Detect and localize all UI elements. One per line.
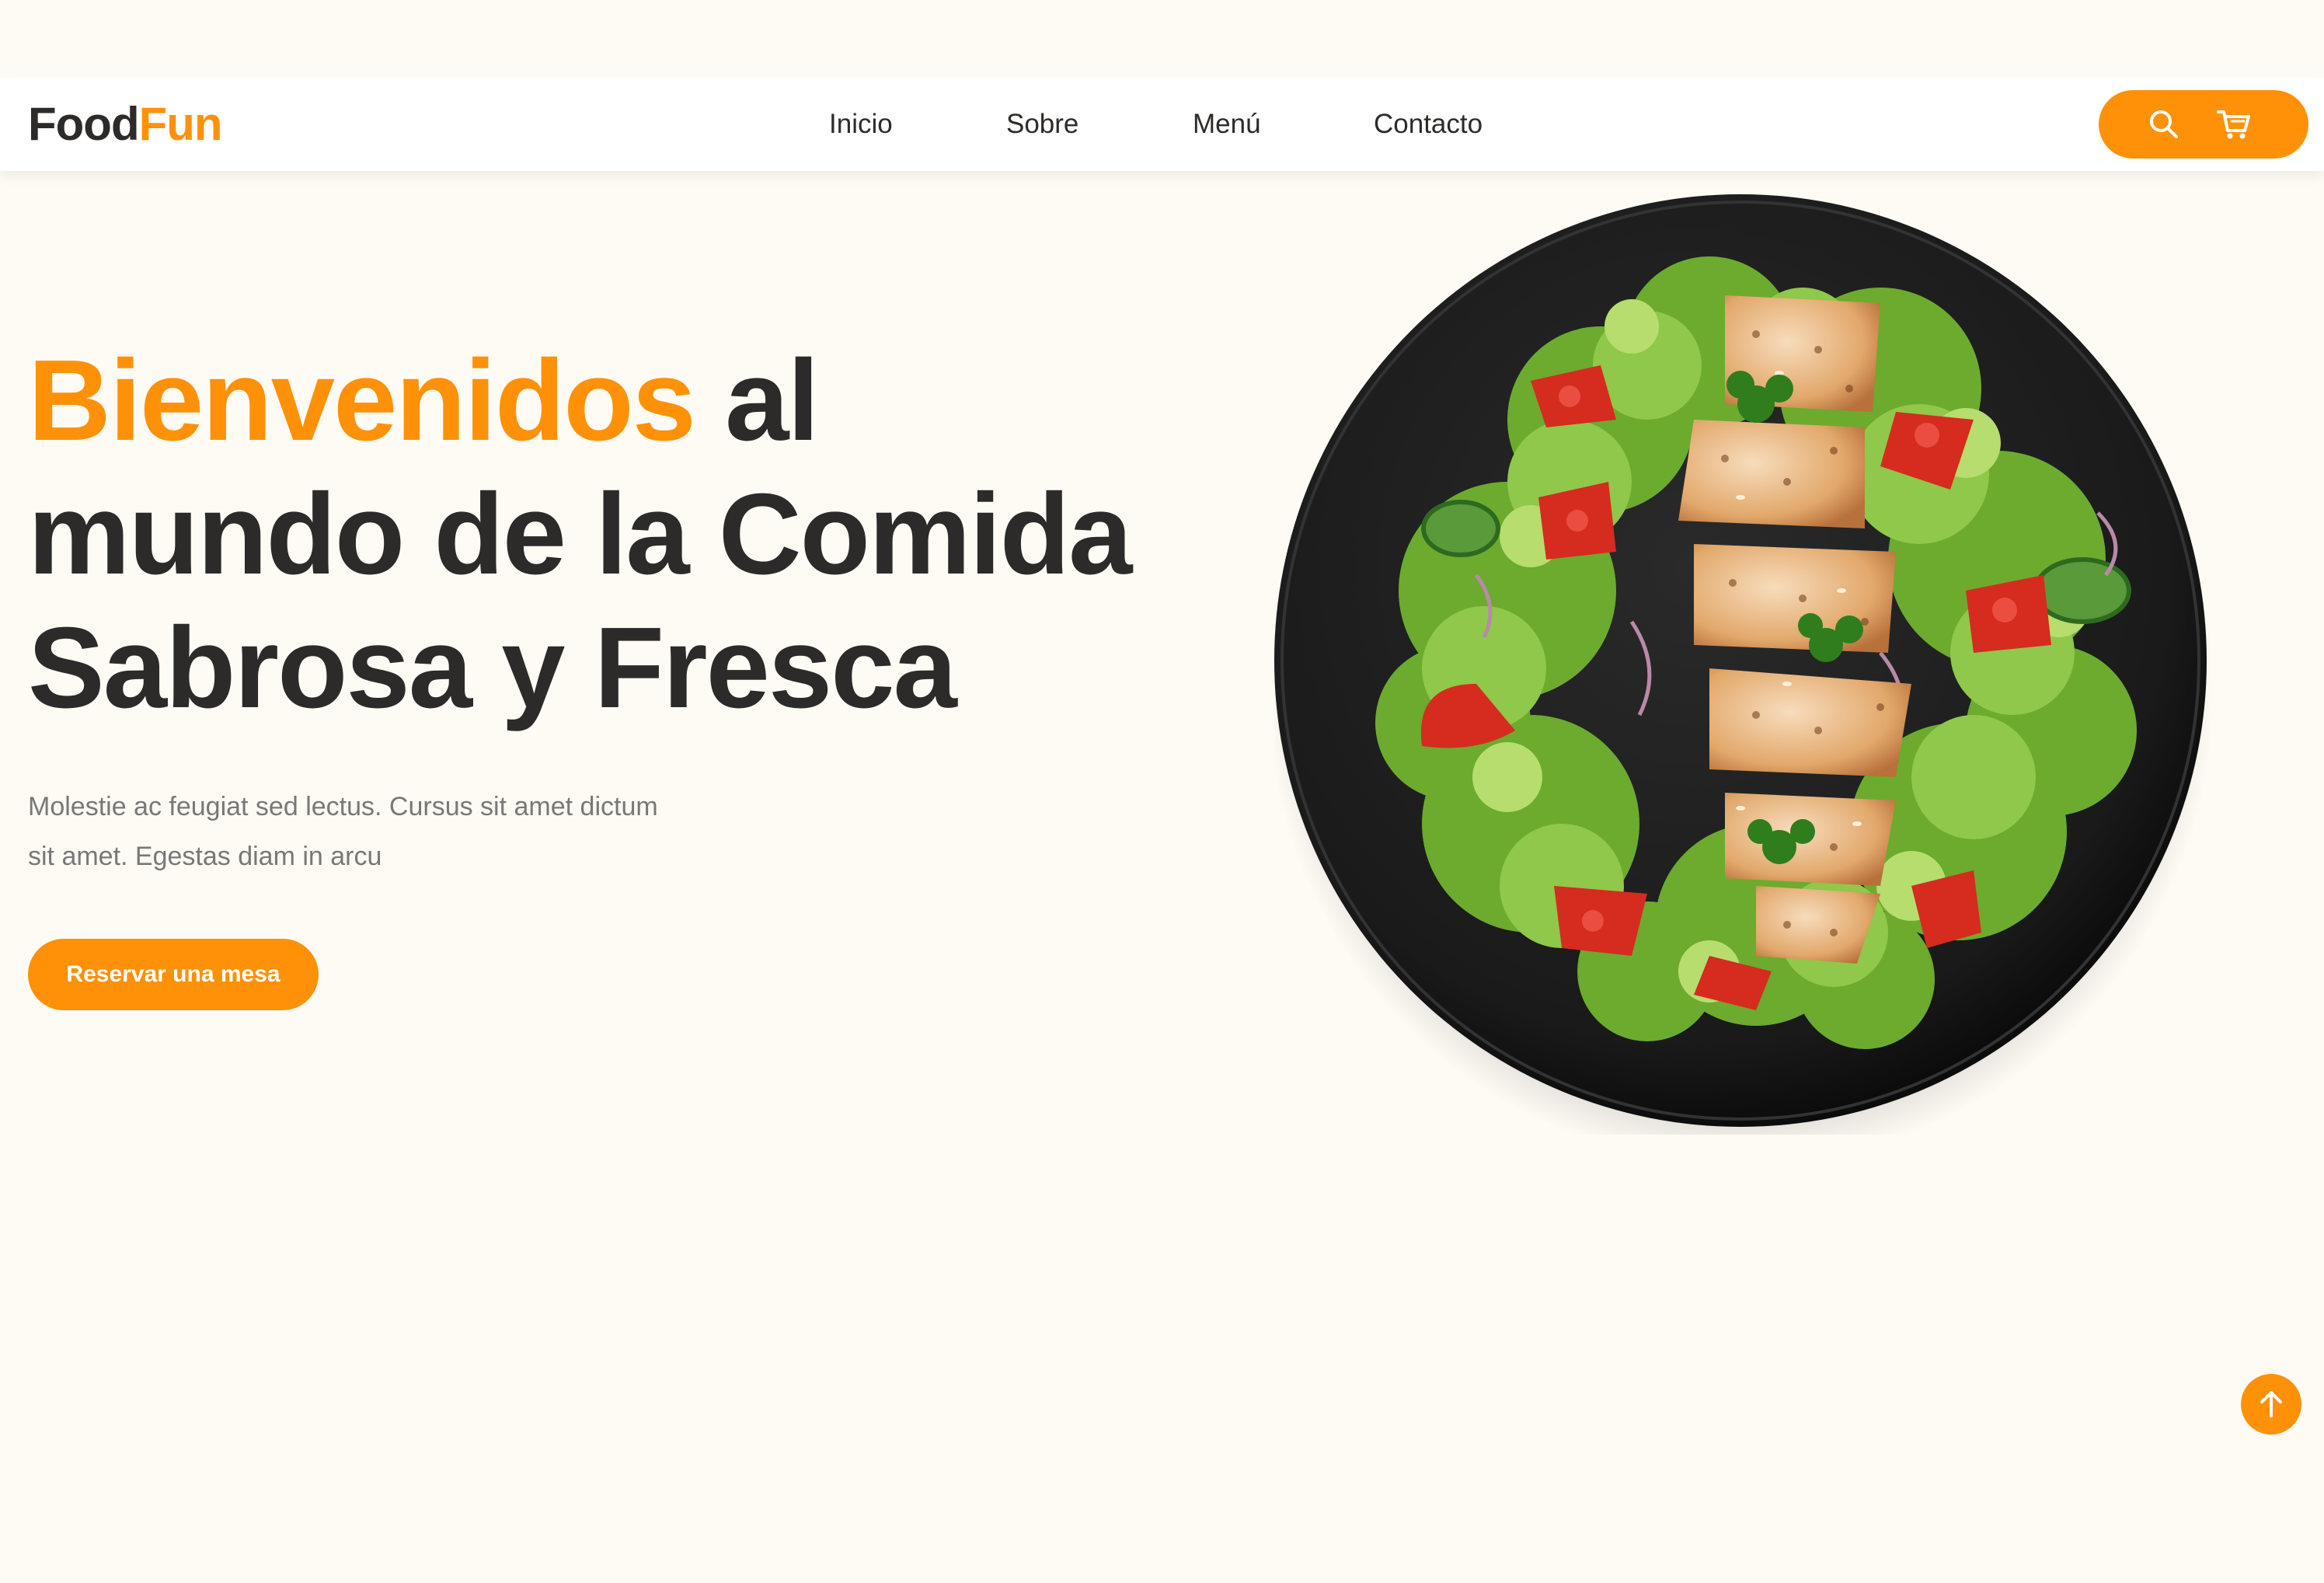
hero-title-line3: Sabrosa y Fresca <box>28 604 957 732</box>
search-icon[interactable] <box>2147 107 2181 141</box>
nav-item-inicio[interactable]: Inicio <box>829 107 893 141</box>
header-actions <box>2099 90 2308 159</box>
scroll-to-top-button[interactable] <box>2241 1374 2301 1435</box>
nav-item-sobre[interactable]: Sobre <box>1006 107 1078 141</box>
site-header: FoodFun Inicio Sobre Menú Contacto <box>0 78 2324 171</box>
cart-icon[interactable] <box>2215 107 2250 141</box>
hero-description: Molestie ac feugiat sed lectus. Cursus s… <box>28 792 658 871</box>
reserve-table-button[interactable]: Reservar una mesa <box>28 939 319 1010</box>
logo[interactable]: FoodFun <box>28 96 223 152</box>
nav-item-contacto[interactable]: Contacto <box>1374 107 1483 141</box>
logo-text-fun: Fun <box>138 98 223 150</box>
logo-text-food: Food <box>28 98 140 150</box>
arrow-up-icon <box>2260 1391 2282 1417</box>
hero-title: Bienvenidos al mundo de la Comida Sabros… <box>28 334 1193 735</box>
hero-title-line2: mundo de la Comida <box>28 470 1132 598</box>
nav-item-menu[interactable]: Menú <box>1193 107 1261 141</box>
hero-title-line1-rest: al <box>694 336 819 465</box>
salad-plate-image <box>1267 187 2222 1166</box>
hero-title-highlight: Bienvenidos <box>28 336 696 465</box>
